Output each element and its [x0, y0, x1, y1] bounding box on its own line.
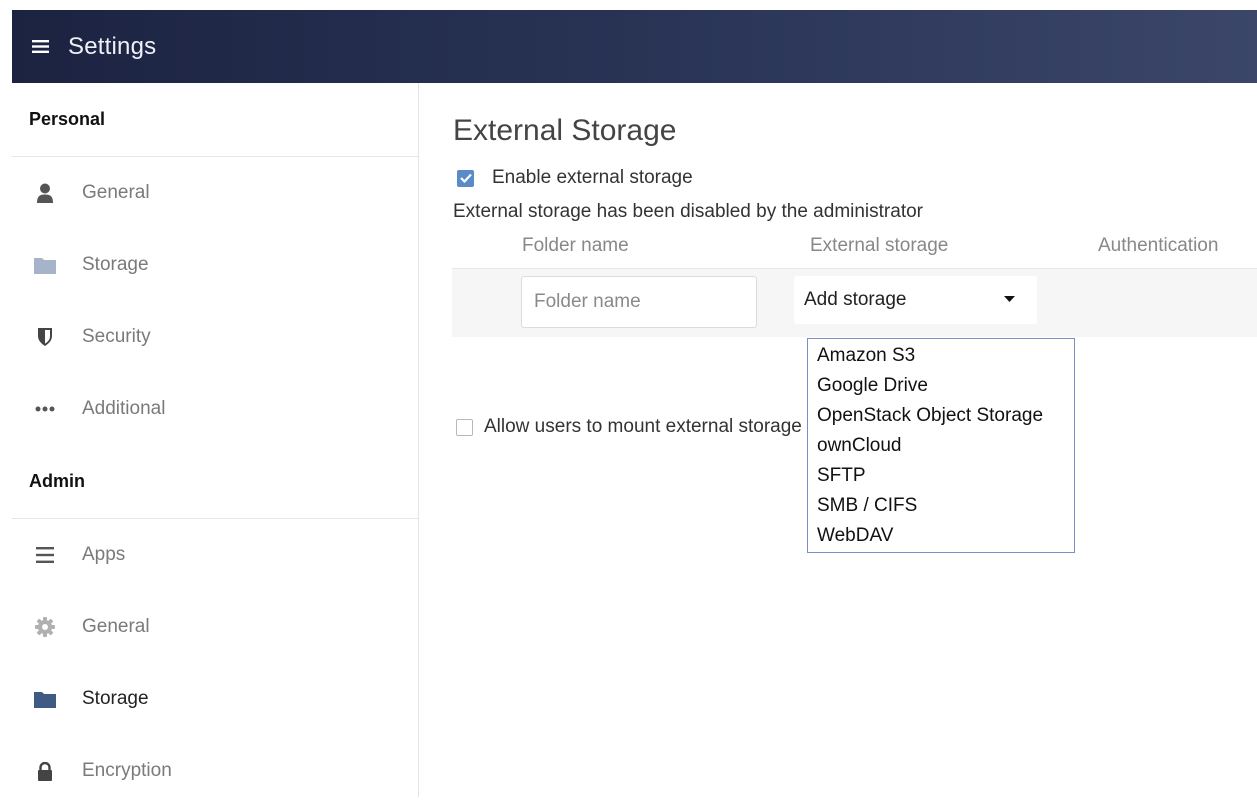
person-icon: [34, 182, 56, 204]
sidebar-item-label: Apps: [82, 544, 126, 565]
sidebar-item-label: Storage: [82, 254, 149, 275]
storage-option-owncloud[interactable]: ownCloud: [808, 431, 1074, 461]
sidebar-item-additional[interactable]: Additional: [12, 373, 418, 445]
shield-icon: [34, 326, 56, 348]
sidebar-item-personal-general[interactable]: General: [12, 157, 418, 229]
storage-option-google-drive[interactable]: Google Drive: [808, 371, 1074, 401]
sidebar-item-admin-general[interactable]: General: [12, 591, 418, 663]
sidebar-item-label: Storage: [82, 688, 149, 709]
main-content: External Storage Enable external storage…: [419, 83, 1257, 797]
disabled-notice: External storage has been disabled by th…: [453, 201, 923, 222]
column-header-authentication: Authentication: [1098, 235, 1219, 256]
allow-user-mount-toggle[interactable]: Allow users to mount external storage: [456, 416, 803, 438]
sidebar-item-admin-storage[interactable]: Storage: [12, 663, 418, 735]
chevron-down-icon: [1004, 296, 1015, 302]
top-header: Settings: [12, 10, 1257, 83]
storage-option-smb-cifs[interactable]: SMB / CIFS: [808, 491, 1074, 521]
sidebar-section-personal: Personal: [29, 109, 106, 129]
storage-option-amazon-s3[interactable]: Amazon S3: [808, 341, 1074, 371]
lock-icon: [34, 760, 56, 782]
sidebar-item-label: Security: [82, 326, 151, 347]
menu-button[interactable]: [12, 10, 68, 83]
allow-user-mount-checkbox[interactable]: [456, 418, 473, 436]
add-storage-select[interactable]: Add storage: [794, 276, 1037, 324]
apps-list-icon: [34, 544, 56, 566]
storage-options-dropdown: Amazon S3 Google Drive OpenStack Object …: [807, 338, 1075, 553]
section-title: External Storage: [453, 114, 677, 147]
enable-external-storage-toggle[interactable]: Enable external storage: [457, 167, 693, 189]
sidebar-item-apps[interactable]: Apps: [12, 519, 418, 591]
sidebar-item-label: General: [82, 182, 150, 203]
storage-option-sftp[interactable]: SFTP: [808, 461, 1074, 491]
storage-option-webdav[interactable]: WebDAV: [808, 521, 1074, 551]
more-dots-icon: [34, 398, 56, 420]
folder-icon: [34, 254, 56, 276]
table-row: Add storage: [452, 268, 1257, 337]
sidebar-item-label: Encryption: [82, 760, 172, 781]
page-title: Settings: [68, 32, 157, 60]
sidebar-item-personal-storage[interactable]: Storage: [12, 229, 418, 301]
settings-sidebar: Personal General Storage Security Additi: [12, 83, 419, 797]
enable-external-storage-checkbox[interactable]: [457, 169, 474, 187]
gear-icon: [34, 616, 56, 638]
sidebar-item-security[interactable]: Security: [12, 301, 418, 373]
add-storage-select-value: Add storage: [804, 289, 907, 310]
sidebar-section-admin: Admin: [29, 471, 85, 491]
checkmark-icon: [459, 173, 472, 183]
sidebar-item-label: General: [82, 616, 150, 637]
hamburger-menu-icon: [31, 40, 49, 53]
folder-icon: [34, 688, 56, 710]
column-header-external-storage: External storage: [810, 235, 949, 256]
settings-page: Settings Personal General Storage Securi…: [12, 10, 1257, 797]
enable-external-storage-label: Enable external storage: [492, 167, 693, 188]
allow-user-mount-label: Allow users to mount external storage: [484, 416, 802, 437]
sidebar-item-label: Additional: [82, 398, 166, 419]
folder-name-input[interactable]: [521, 276, 757, 328]
sidebar-item-encryption[interactable]: Encryption: [12, 735, 418, 807]
storage-option-openstack[interactable]: OpenStack Object Storage: [808, 401, 1074, 431]
allow-user-mount-label-wrap: Allow users to mount external storage: [473, 416, 803, 438]
column-header-folder-name: Folder name: [522, 235, 629, 256]
